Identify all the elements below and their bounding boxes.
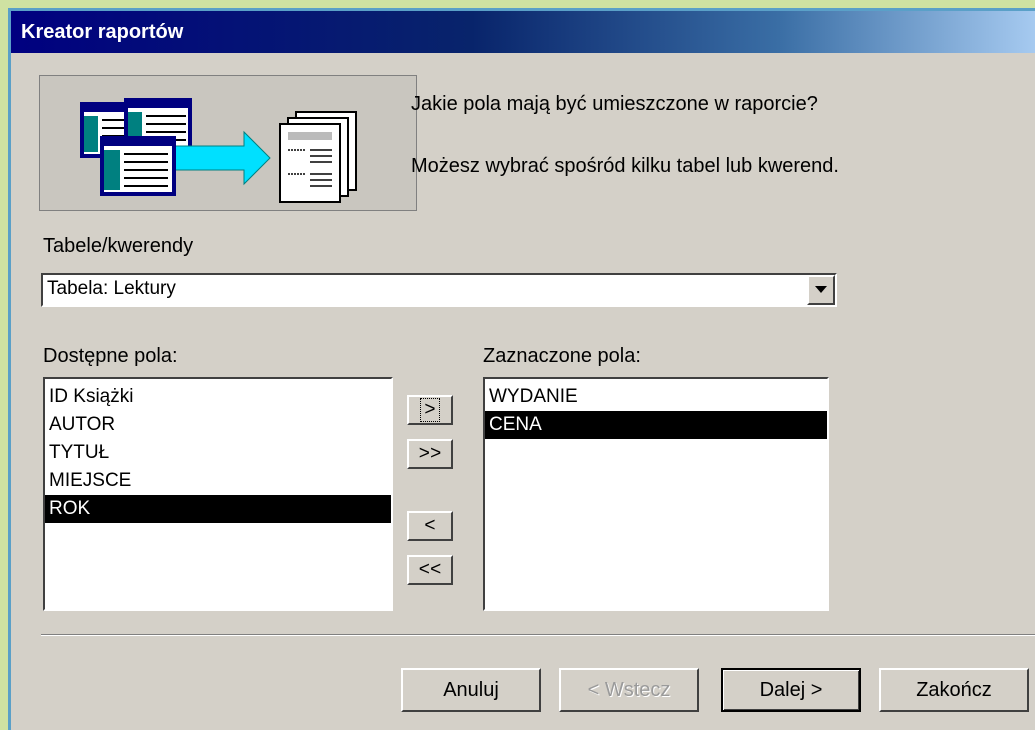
footer-divider bbox=[41, 634, 1035, 636]
selected-fields-list[interactable]: WYDANIE CENA bbox=[483, 377, 829, 611]
report-wizard-window: Kreator raportów Jakie pola mają być umi… bbox=[8, 8, 1035, 730]
list-item[interactable]: AUTOR bbox=[45, 411, 391, 439]
finish-button[interactable]: Zakończ bbox=[879, 668, 1029, 712]
window-title: Kreator raportów bbox=[21, 21, 184, 43]
remove-field-button[interactable]: < bbox=[407, 511, 453, 541]
list-item[interactable]: WYDANIE bbox=[485, 383, 827, 411]
next-button[interactable]: Dalej > bbox=[721, 668, 861, 712]
add-field-button[interactable]: > bbox=[407, 395, 453, 425]
list-item[interactable]: ID Książki bbox=[45, 383, 391, 411]
tables-to-report-icon bbox=[80, 98, 357, 203]
tables-queries-label: Tabele/kwerendy bbox=[43, 235, 194, 257]
back-button[interactable]: < Wstecz bbox=[559, 668, 699, 712]
list-item[interactable]: MIEJSCE bbox=[45, 467, 391, 495]
available-fields-list[interactable]: ID Książki AUTOR TYTUŁ MIEJSCE ROK bbox=[43, 377, 393, 611]
chevron-down-icon bbox=[815, 286, 827, 293]
dropdown-button[interactable] bbox=[807, 275, 835, 305]
remove-all-fields-button[interactable]: << bbox=[407, 555, 453, 585]
tables-queries-dropdown[interactable]: Tabela: Lektury bbox=[41, 273, 837, 307]
add-all-fields-button[interactable]: >> bbox=[407, 439, 453, 469]
wizard-question: Jakie pola mają być umieszczone w raporc… bbox=[411, 93, 818, 115]
list-item-selected[interactable]: ROK bbox=[45, 495, 391, 523]
title-bar: Kreator raportów bbox=[11, 11, 1035, 53]
tables-queries-value: Tabela: Lektury bbox=[47, 278, 176, 299]
wizard-hint: Możesz wybrać spośród kilku tabel lub kw… bbox=[411, 155, 839, 177]
list-item-selected[interactable]: CENA bbox=[485, 411, 827, 439]
selected-fields-label: Zaznaczone pola: bbox=[483, 345, 641, 367]
list-item[interactable]: TYTUŁ bbox=[45, 439, 391, 467]
wizard-illustration bbox=[39, 75, 417, 211]
available-fields-label: Dostępne pola: bbox=[43, 345, 178, 367]
cancel-button[interactable]: Anuluj bbox=[401, 668, 541, 712]
